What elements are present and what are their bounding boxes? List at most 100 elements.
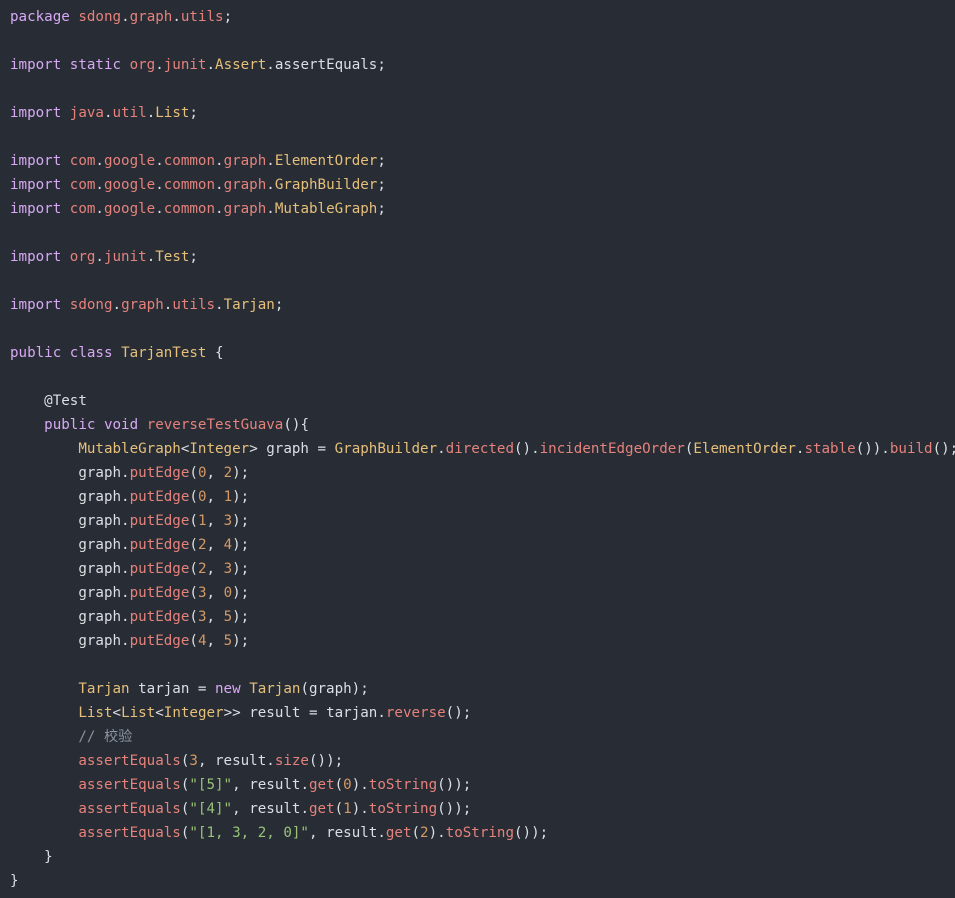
code-token: graph. — [10, 585, 130, 601]
code-token: . — [155, 57, 164, 73]
code-token: } — [10, 849, 53, 865]
code-token: . — [215, 177, 224, 193]
code-token: ( — [189, 465, 198, 481]
code-token: . — [266, 57, 275, 73]
code-token: common — [163, 153, 216, 169]
code-token: , result. — [197, 753, 275, 769]
code-token: google — [103, 153, 156, 169]
code-line: } — [0, 845, 955, 869]
code-token: . — [266, 201, 275, 217]
code-token: ()); — [514, 825, 549, 841]
code-token: Test — [155, 249, 190, 265]
code-token: 1 — [343, 801, 352, 817]
code-token: ()); — [437, 801, 472, 817]
code-token: ( — [189, 609, 198, 625]
code-token: com — [69, 177, 96, 193]
code-line: } — [0, 869, 955, 893]
code-token: . — [155, 177, 164, 193]
code-token: common — [163, 201, 216, 217]
code-token: 3 — [189, 753, 198, 769]
code-token: (). — [514, 441, 540, 457]
code-token: assertEquals — [78, 801, 181, 817]
code-token: junit — [163, 57, 207, 73]
code-token: import — [10, 105, 62, 121]
code-token: 3 — [223, 561, 233, 577]
code-token: utils — [180, 9, 224, 25]
code-token: import — [10, 153, 62, 169]
code-token: { — [206, 345, 224, 361]
code-token: putEdge — [129, 633, 190, 649]
code-token: graph. — [10, 609, 130, 625]
code-token: , — [206, 489, 224, 505]
code-line: graph.putEdge(0, 2); — [0, 461, 955, 485]
code-token: get — [308, 801, 335, 817]
code-token: MutableGraph — [274, 201, 378, 217]
code-line: List<List<Integer>> result = tarjan.reve… — [0, 701, 955, 725]
code-token: get — [385, 825, 412, 841]
code-token: putEdge — [129, 537, 190, 553]
code-token: , — [206, 513, 224, 529]
code-line: import com.google.common.graph.ElementOr… — [0, 149, 955, 173]
code-token: toString — [368, 801, 438, 817]
code-token: MutableGraph — [78, 441, 181, 457]
code-editor[interactable]: package sdong.graph.utils; import static … — [0, 0, 955, 898]
code-token: . — [95, 153, 104, 169]
code-token: static — [69, 57, 122, 73]
code-token: graph — [223, 201, 267, 217]
code-token: , — [206, 585, 224, 601]
code-line: assertEquals(3, result.size()); — [0, 749, 955, 773]
code-token: 5 — [223, 609, 233, 625]
code-token: sdong — [69, 297, 113, 313]
code-token: google — [103, 177, 156, 193]
code-line: MutableGraph<Integer> graph = GraphBuild… — [0, 437, 955, 461]
code-token: ; — [189, 105, 198, 121]
code-token: ); — [232, 585, 250, 601]
code-line: import sdong.graph.utils.Tarjan; — [0, 293, 955, 317]
code-line: import com.google.common.graph.GraphBuil… — [0, 173, 955, 197]
code-token: org — [129, 57, 156, 73]
code-token: putEdge — [129, 585, 190, 601]
code-token: com — [69, 153, 96, 169]
code-token: ); — [232, 633, 250, 649]
code-token: ); — [232, 561, 250, 577]
code-token: incidentEdgeOrder — [539, 441, 685, 457]
code-line: assertEquals ("[1, 3, 2, 0]", result.get (… — [0, 821, 955, 845]
code-token: 0 — [343, 777, 352, 793]
code-token: , — [206, 633, 224, 649]
code-token: get — [308, 777, 335, 793]
code-token: ( — [189, 537, 198, 553]
code-token: ; — [274, 297, 284, 313]
code-token: import — [10, 297, 62, 313]
code-token: . — [121, 9, 130, 25]
code-token: ()). — [855, 441, 890, 457]
code-token: . — [95, 177, 104, 193]
code-token: tarjan = — [129, 681, 216, 697]
code-line: assertEquals("[5]", result.get(0).toStri… — [0, 773, 955, 797]
code-token: ). — [351, 777, 369, 793]
code-token: . — [146, 249, 156, 265]
code-token: 2 — [223, 465, 233, 481]
code-token: package — [10, 9, 70, 25]
code-token: ( — [411, 825, 421, 841]
code-token: stable — [804, 441, 856, 457]
code-token: @Test — [44, 393, 87, 409]
code-token: import — [10, 57, 62, 73]
code-token: ; — [377, 177, 386, 193]
code-line: assertEquals("[4]", result.get(1).toStri… — [0, 797, 955, 821]
code-token: 2 — [420, 825, 429, 841]
code-token: graph — [223, 177, 267, 193]
code-token: ). — [428, 825, 446, 841]
